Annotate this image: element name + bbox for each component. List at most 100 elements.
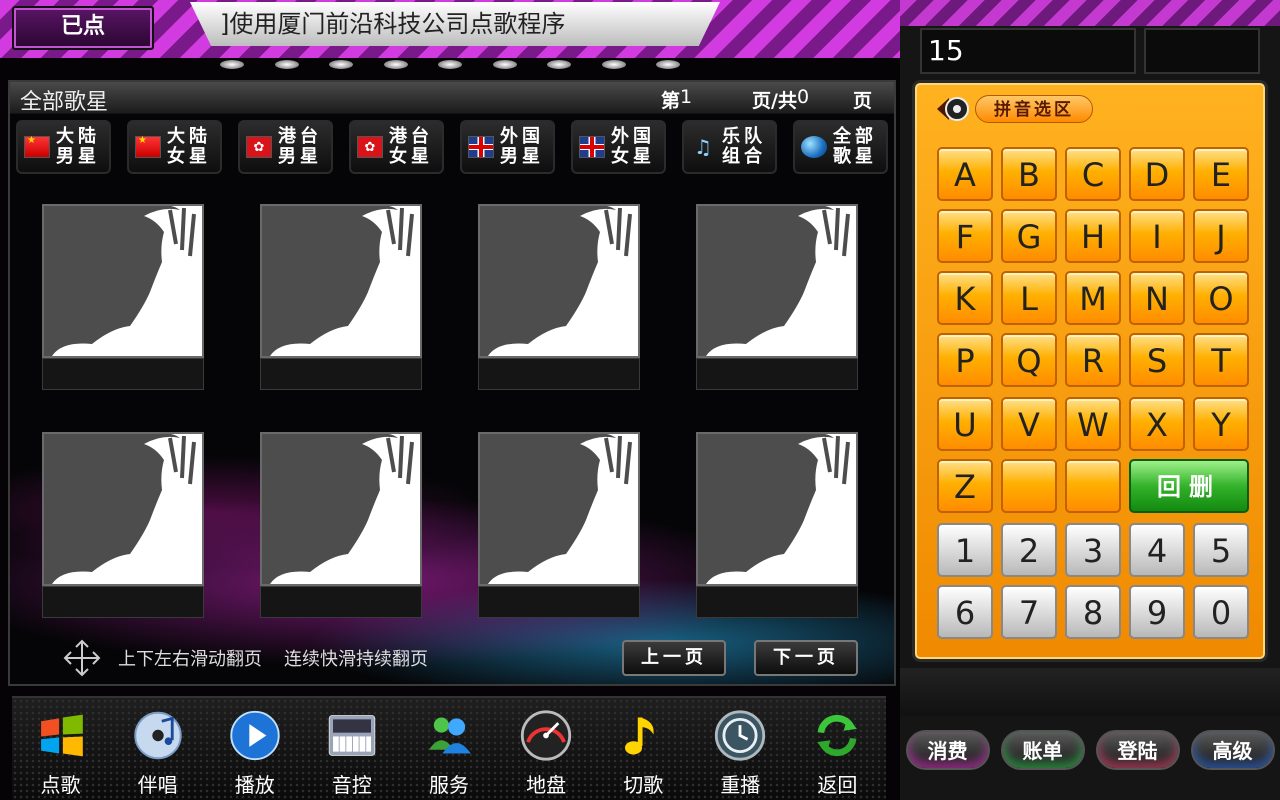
secondary-display: [1144, 28, 1260, 74]
key-u[interactable]: U: [937, 397, 993, 451]
tool-replay[interactable]: 重播: [700, 708, 780, 798]
light-dot: [656, 60, 680, 69]
singer-name-bar: [260, 586, 422, 618]
account-bar: 消费 账单 登陆 高级: [900, 722, 1280, 778]
tool-label: 播放: [234, 773, 275, 797]
key-j[interactable]: J: [1193, 209, 1249, 263]
speaker-icon: [937, 97, 969, 121]
key-num-2[interactable]: 2: [1001, 523, 1057, 577]
singer-card[interactable]: [260, 432, 422, 618]
key-f[interactable]: F: [937, 209, 993, 263]
page-title: 全部歌星: [20, 90, 109, 115]
category-mainland-male[interactable]: 大陆男星: [16, 120, 111, 174]
tool-service[interactable]: 服务: [409, 708, 489, 798]
people-icon: [429, 717, 471, 754]
hint-text: 上下左右滑动翻页: [118, 649, 262, 670]
light-dot: [601, 60, 626, 69]
singer-card[interactable]: [696, 204, 858, 390]
key-num-1[interactable]: 1: [937, 523, 993, 577]
tool-play[interactable]: 播放: [215, 708, 295, 798]
key-num-0[interactable]: 0: [1193, 585, 1249, 639]
key-o[interactable]: O: [1193, 271, 1249, 325]
key-blank[interactable]: [1001, 459, 1057, 513]
category-mainland-female[interactable]: 大陆女星: [127, 120, 222, 174]
marquee-text: ]使用厦门前沿科技公司点歌程序: [190, 2, 720, 46]
search-input[interactable]: 15: [920, 28, 1136, 74]
key-l[interactable]: L: [1001, 271, 1057, 325]
tool-label: 点歌: [40, 773, 81, 797]
bill-button[interactable]: 账单: [1000, 730, 1085, 770]
key-num-3[interactable]: 3: [1065, 523, 1121, 577]
key-num-8[interactable]: 8: [1065, 585, 1121, 639]
singer-photo-placeholder: [478, 432, 640, 586]
key-e[interactable]: E: [1193, 147, 1249, 201]
globe-icon: [801, 136, 827, 158]
key-num-7[interactable]: 7: [1001, 585, 1057, 639]
category-band-group[interactable]: ♫ 乐队组合: [682, 120, 777, 174]
music-cd-icon: [133, 711, 182, 760]
tool-accompany[interactable]: 伴唱: [118, 708, 198, 798]
key-m[interactable]: M: [1065, 271, 1121, 325]
light-dot: [492, 60, 517, 69]
key-i[interactable]: I: [1129, 209, 1185, 263]
category-hktw-female[interactable]: ✿ 港台女星: [349, 120, 444, 174]
singer-card[interactable]: [478, 432, 640, 618]
tool-sound-control[interactable]: 音控: [312, 708, 392, 798]
key-num-4[interactable]: 4: [1129, 523, 1185, 577]
key-h[interactable]: H: [1065, 209, 1121, 263]
category-foreign-male[interactable]: 外国男星: [460, 120, 555, 174]
next-page-button[interactable]: 下一页: [754, 640, 858, 676]
tool-order-song[interactable]: 点歌: [21, 708, 101, 798]
tool-label: 伴唱: [137, 773, 178, 797]
key-n[interactable]: N: [1129, 271, 1185, 325]
singer-card[interactable]: [42, 204, 204, 390]
singer-card[interactable]: [260, 204, 422, 390]
right-panel: 15 拼音选区 A B C D E F G H I J K L M N O P Q R S T U V W X Y Z 回删 1 2 3 4…: [900, 0, 1280, 800]
singer-name-bar: [478, 358, 640, 390]
page-mid: 页/共: [752, 90, 797, 112]
key-g[interactable]: G: [1001, 209, 1057, 263]
key-t[interactable]: T: [1193, 333, 1249, 387]
tool-disk[interactable]: 地盘: [506, 708, 586, 798]
light-dot: [383, 60, 408, 69]
key-r[interactable]: R: [1065, 333, 1121, 387]
key-k[interactable]: K: [937, 271, 993, 325]
login-button[interactable]: 登陆: [1095, 730, 1180, 770]
mixer-keyboard-icon: [328, 715, 376, 756]
key-s[interactable]: S: [1129, 333, 1185, 387]
backspace-button[interactable]: 回删: [1129, 459, 1249, 513]
category-foreign-female[interactable]: 外国女星: [571, 120, 666, 174]
advanced-button[interactable]: 高级: [1190, 730, 1275, 770]
already-selected-button[interactable]: 已点: [12, 6, 154, 50]
key-num-6[interactable]: 6: [937, 585, 993, 639]
prev-page-button[interactable]: 上一页: [622, 640, 726, 676]
tool-return[interactable]: 返回: [797, 708, 877, 798]
key-a[interactable]: A: [937, 147, 993, 201]
singer-card[interactable]: [478, 204, 640, 390]
key-x[interactable]: X: [1129, 397, 1185, 451]
key-z[interactable]: Z: [937, 459, 993, 513]
key-d[interactable]: D: [1129, 147, 1185, 201]
light-dot: [438, 60, 462, 69]
category-hktw-male[interactable]: ✿ 港台男星: [238, 120, 333, 174]
singer-photo-placeholder: [696, 204, 858, 358]
key-p[interactable]: P: [937, 333, 993, 387]
key-c[interactable]: C: [1065, 147, 1121, 201]
category-all-singers[interactable]: 全部歌星: [793, 120, 888, 174]
category-label: 港台男星: [278, 126, 322, 167]
singer-card[interactable]: [696, 432, 858, 618]
key-q[interactable]: Q: [1001, 333, 1057, 387]
key-v[interactable]: V: [1001, 397, 1057, 451]
key-b[interactable]: B: [1001, 147, 1057, 201]
key-blank[interactable]: [1065, 459, 1121, 513]
key-num-9[interactable]: 9: [1129, 585, 1185, 639]
key-num-5[interactable]: 5: [1193, 523, 1249, 577]
key-w[interactable]: W: [1065, 397, 1121, 451]
tool-label: 返回: [817, 773, 858, 797]
decorative-strip: [900, 0, 1280, 26]
key-y[interactable]: Y: [1193, 397, 1249, 451]
tool-skip-song[interactable]: 切歌: [603, 708, 683, 798]
singer-card[interactable]: [42, 432, 204, 618]
panel-header: 全部歌星 第 1 页/共 0 页: [10, 82, 894, 115]
consumption-button[interactable]: 消费: [905, 730, 990, 770]
